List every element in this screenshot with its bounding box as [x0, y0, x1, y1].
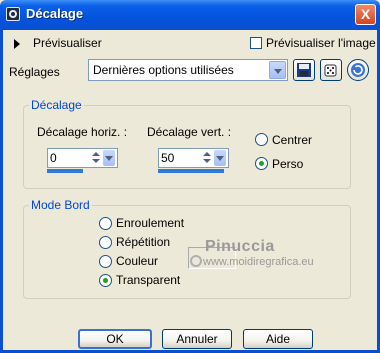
watermark-name: Pinuccia	[205, 238, 275, 255]
offset-group-title: Décalage	[29, 98, 84, 112]
radio-color[interactable]	[99, 255, 112, 268]
random-preset-button[interactable]	[320, 59, 342, 81]
watermark-logo-icon	[190, 255, 202, 267]
chevron-down-icon[interactable]	[103, 150, 115, 166]
vertical-offset-stepper[interactable]	[201, 150, 227, 166]
reset-preset-button[interactable]	[347, 59, 369, 81]
vertical-offset-input[interactable]: 50	[158, 148, 229, 168]
horizontal-offset-value: 0	[50, 151, 57, 165]
preview-image-checkbox[interactable]	[250, 37, 262, 49]
horizontal-offset-input[interactable]: 0	[47, 148, 118, 168]
radio-color-label[interactable]: Couleur	[116, 254, 158, 268]
chevron-down-icon[interactable]	[269, 61, 286, 79]
edge-mode-group-title: Mode Bord	[29, 198, 92, 212]
horizontal-offset-slider[interactable]	[47, 169, 83, 173]
preview-image-label[interactable]: Prévisualiser l'image	[266, 36, 376, 50]
vertical-offset-slider[interactable]	[158, 169, 224, 173]
vertical-offset-label: Décalage vert. :	[147, 125, 232, 139]
window-frame-left	[0, 30, 3, 353]
preview-toggle-label[interactable]: Prévisualiser	[33, 36, 102, 50]
app-icon	[6, 7, 20, 21]
radio-repeat[interactable]	[99, 236, 112, 249]
horizontal-offset-label: Décalage horiz. :	[37, 125, 128, 139]
radio-centered-label[interactable]: Centrer	[272, 133, 312, 147]
vertical-offset-value: 50	[161, 151, 175, 165]
spin-up-down-icon[interactable]	[90, 150, 102, 166]
radio-repeat-label[interactable]: Répétition	[116, 235, 170, 249]
radio-wrap-label[interactable]: Enroulement	[116, 216, 184, 230]
settings-label: Réglages	[9, 65, 60, 79]
reset-icon	[351, 63, 365, 77]
radio-transparent-label[interactable]: Transparent	[116, 273, 180, 287]
preview-expand-icon[interactable]	[12, 38, 22, 50]
horizontal-offset-stepper[interactable]	[90, 150, 116, 166]
radio-wrap[interactable]	[99, 217, 112, 230]
radio-custom-label[interactable]: Perso	[272, 157, 303, 171]
save-preset-button[interactable]	[293, 59, 315, 81]
offset-group	[23, 105, 351, 189]
edge-mode-group	[23, 205, 351, 299]
radio-transparent[interactable]	[99, 274, 112, 287]
ok-button[interactable]: OK	[78, 329, 152, 349]
decalage-dialog: Décalage X Prévisualiser Prévisualiser l…	[0, 0, 380, 353]
watermark-url: www.moidiregrafica.eu	[203, 256, 314, 268]
title-bar[interactable]: Décalage X	[0, 0, 380, 30]
cancel-button[interactable]: Annuler	[162, 329, 232, 349]
help-button[interactable]: Aide	[243, 329, 313, 349]
floppy-disk-icon	[297, 63, 311, 77]
close-button[interactable]: X	[355, 4, 376, 25]
preset-select[interactable]: Dernières options utilisées	[88, 59, 288, 81]
dice-icon	[324, 64, 337, 77]
chevron-down-icon[interactable]	[214, 150, 226, 166]
radio-centered[interactable]	[255, 133, 268, 146]
window-title: Décalage	[26, 6, 84, 21]
spin-up-down-icon[interactable]	[201, 150, 213, 166]
radio-custom[interactable]	[255, 157, 268, 170]
preset-value: Dernières options utilisées	[93, 63, 234, 77]
